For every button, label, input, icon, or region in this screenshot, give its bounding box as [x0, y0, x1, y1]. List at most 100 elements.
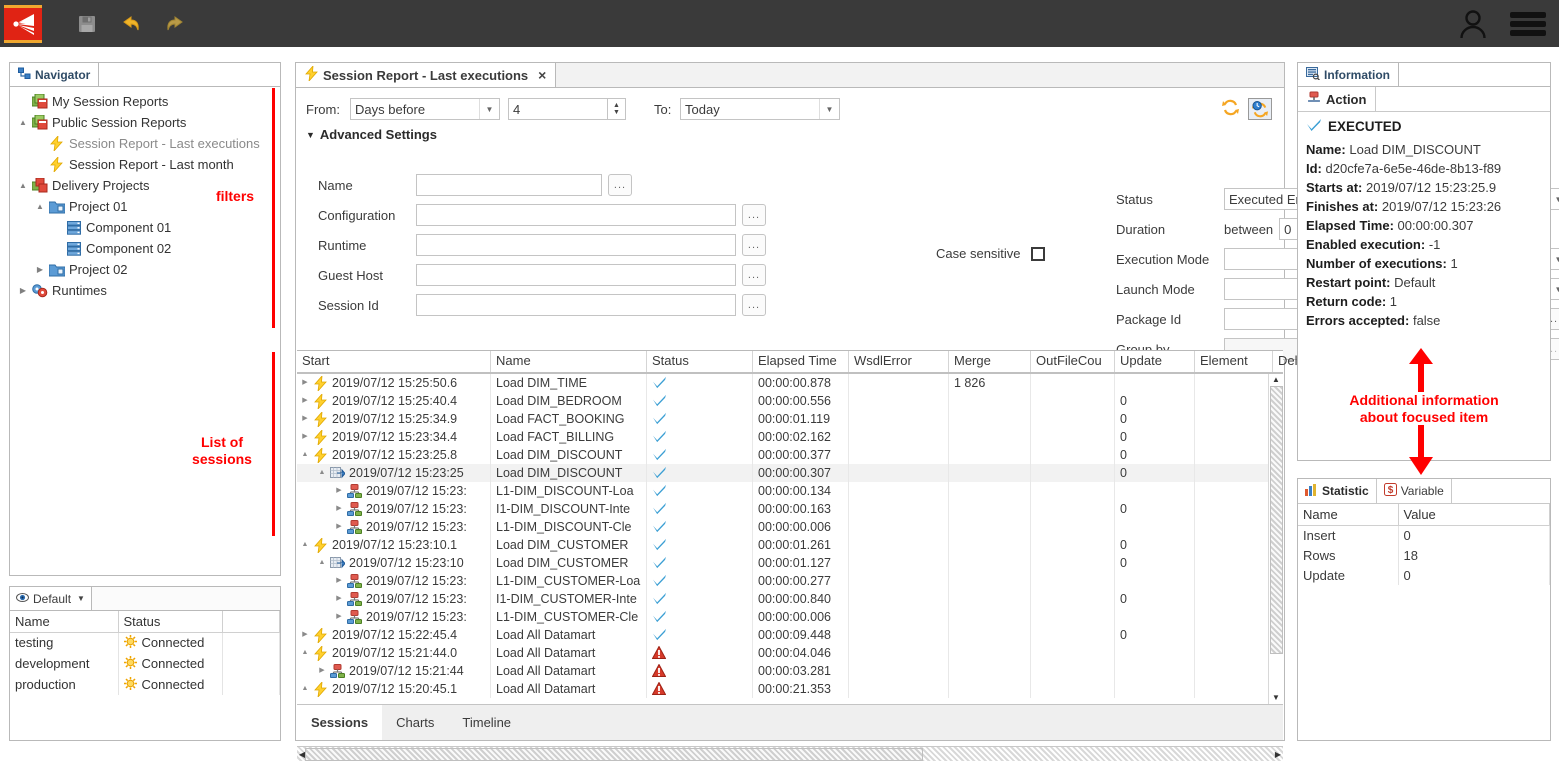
grid-column-header[interactable]: Element [1195, 351, 1273, 372]
connection-row[interactable]: testingConnected [10, 632, 280, 653]
row-twisty-icon[interactable]: ▲ [299, 446, 311, 464]
table-row[interactable]: ▲2019/07/12 15:21:44.0Load All Datamart0… [297, 644, 1283, 662]
navigator-item[interactable]: Component 02 [10, 238, 280, 259]
table-row[interactable]: ▶2019/07/12 15:25:34.9Load FACT_BOOKING0… [297, 410, 1283, 428]
row-twisty-icon[interactable]: ▶ [299, 626, 311, 644]
runtime-browse-button[interactable]: ... [742, 234, 766, 256]
table-row[interactable]: ▶2019/07/12 15:25:40.4Load DIM_BEDROOM00… [297, 392, 1283, 410]
grid-column-header[interactable]: Elapsed Time [753, 351, 849, 372]
close-icon[interactable]: × [538, 67, 546, 83]
configuration-input[interactable] [416, 204, 736, 226]
navigator-tree[interactable]: My Session Reports▲Public Session Report… [10, 87, 280, 575]
tree-twisty-icon[interactable]: ▲ [16, 118, 30, 127]
table-row[interactable]: ▲2019/07/12 15:23:10.1Load DIM_CUSTOMER0… [297, 536, 1283, 554]
table-row[interactable]: ▲2019/07/12 15:23:10Load DIM_CUSTOMER00:… [297, 554, 1283, 572]
tab-default-connection[interactable]: Default ▼ [10, 587, 92, 610]
statistic-row[interactable]: Insert0 [1298, 525, 1550, 545]
scroll-right-icon[interactable]: ▶ [1273, 750, 1283, 759]
navigator-item[interactable]: Component 01 [10, 217, 280, 238]
statistic-col-value[interactable]: Value [1398, 504, 1550, 525]
guest-host-browse-button[interactable]: ... [742, 264, 766, 286]
tab-navigator[interactable]: Navigator [10, 63, 99, 86]
chevron-down-icon[interactable]: ▼ [479, 99, 499, 119]
table-row[interactable]: ▶2019/07/12 15:23:I1-DIM_CUSTOMER-Inte00… [297, 590, 1283, 608]
statistic-col-name[interactable]: Name [1298, 504, 1398, 525]
name-browse-button[interactable]: ... [608, 174, 632, 196]
navigator-item[interactable]: ▶Runtimes [10, 280, 280, 301]
row-twisty-icon[interactable]: ▶ [299, 410, 311, 428]
navigator-item[interactable]: ▲Public Session Reports [10, 112, 280, 133]
table-row[interactable]: ▲2019/07/12 15:23:25Load DIM_DISCOUNT00:… [297, 464, 1283, 482]
scroll-left-icon[interactable]: ◀ [297, 750, 307, 759]
table-row[interactable]: ▶2019/07/12 15:23:L1-DIM_CUSTOMER-Loa00:… [297, 572, 1283, 590]
redo-icon[interactable] [160, 9, 190, 39]
row-twisty-icon[interactable]: ▶ [333, 590, 345, 608]
tab-sessions[interactable]: Sessions [297, 705, 382, 740]
table-row[interactable]: ▶2019/07/12 15:23:L1-DIM_DISCOUNT-Cle00:… [297, 518, 1283, 536]
tab-information[interactable]: Information [1298, 63, 1399, 86]
grid-column-header[interactable]: OutFileCou [1031, 351, 1115, 372]
horizontal-scroll-thumb[interactable] [305, 748, 923, 761]
table-row[interactable]: ▶2019/07/12 15:23:L1-DIM_DISCOUNT-Loa00:… [297, 482, 1283, 500]
name-input[interactable] [416, 174, 602, 196]
connections-col-name[interactable]: Name [10, 611, 118, 632]
vertical-scroll-thumb[interactable] [1270, 386, 1283, 654]
row-twisty-icon[interactable]: ▶ [333, 482, 345, 500]
table-row[interactable]: ▶2019/07/12 15:21:44Load All Datamart00:… [297, 662, 1283, 680]
tab-session-report[interactable]: Session Report - Last executions × [296, 63, 556, 87]
table-row[interactable]: ▶2019/07/12 15:22:45.4Load All Datamart0… [297, 626, 1283, 644]
undo-icon[interactable] [116, 9, 146, 39]
row-twisty-icon[interactable]: ▶ [333, 500, 345, 518]
row-twisty-icon[interactable]: ▶ [299, 428, 311, 446]
runtime-input[interactable] [416, 234, 736, 256]
grid-column-header[interactable]: WsdlError [849, 351, 949, 372]
tab-action[interactable]: Action [1298, 87, 1376, 111]
table-row[interactable]: ▶2019/07/12 15:25:50.6Load DIM_TIME00:00… [297, 374, 1283, 392]
scroll-down-icon[interactable]: ▼ [1272, 692, 1280, 704]
statistic-row[interactable]: Rows18 [1298, 545, 1550, 565]
session-id-input[interactable] [416, 294, 736, 316]
row-twisty-icon[interactable]: ▶ [333, 608, 345, 626]
grid-column-header[interactable]: Name [491, 351, 647, 372]
row-twisty-icon[interactable]: ▲ [299, 644, 311, 662]
table-row[interactable]: ▲2019/07/12 15:20:45.1Load All Datamart0… [297, 680, 1283, 698]
navigator-item[interactable]: ▶Project 02 [10, 259, 280, 280]
grid-column-header[interactable]: Update [1115, 351, 1195, 372]
refresh-icon[interactable] [1221, 98, 1240, 120]
tree-twisty-icon[interactable]: ▶ [33, 265, 47, 274]
connection-row[interactable]: developmentConnected [10, 653, 280, 674]
scroll-up-icon[interactable]: ▲ [1272, 374, 1280, 386]
grid-column-header[interactable]: Start [297, 351, 491, 372]
navigator-item[interactable]: Session Report - Last executions [10, 133, 280, 154]
user-account-icon[interactable] [1449, 0, 1497, 47]
tree-twisty-icon[interactable]: ▶ [16, 286, 30, 295]
grid-column-header[interactable]: Merge [949, 351, 1031, 372]
tab-charts[interactable]: Charts [382, 705, 448, 740]
row-twisty-icon[interactable]: ▶ [299, 392, 311, 410]
chevron-down-icon[interactable]: ▼ [77, 594, 85, 603]
grid-vertical-scrollbar[interactable]: ▲ ▼ [1268, 374, 1283, 704]
guest-host-input[interactable] [416, 264, 736, 286]
table-row[interactable]: ▶2019/07/12 15:23:L1-DIM_CUSTOMER-Cle00:… [297, 608, 1283, 626]
days-before-input[interactable] [508, 98, 608, 120]
sessions-grid-body[interactable]: ▶2019/07/12 15:25:50.6Load DIM_TIME00:00… [297, 374, 1283, 704]
grid-horizontal-scrollbar[interactable]: ◀ ▶ [297, 746, 1283, 761]
table-row[interactable]: ▶2019/07/12 15:23:34.4Load FACT_BILLING0… [297, 428, 1283, 446]
row-twisty-icon[interactable]: ▶ [333, 518, 345, 536]
stambia-logo[interactable] [4, 5, 42, 43]
statistic-row[interactable]: Update0 [1298, 565, 1550, 585]
tree-twisty-icon[interactable]: ▲ [16, 181, 30, 190]
table-row[interactable]: ▶2019/07/12 15:23:I1-DIM_DISCOUNT-Inte00… [297, 500, 1283, 518]
save-icon[interactable] [72, 9, 102, 39]
navigator-item[interactable]: My Session Reports [10, 91, 280, 112]
days-before-stepper[interactable]: ▲▼ [608, 98, 626, 120]
from-type-select[interactable]: Days before ▼ [350, 98, 500, 120]
case-sensitive-checkbox[interactable] [1031, 247, 1045, 261]
tab-statistic[interactable]: Statistic [1298, 479, 1377, 503]
tab-timeline[interactable]: Timeline [448, 705, 525, 740]
connection-row[interactable]: productionConnected [10, 674, 280, 695]
configuration-browse-button[interactable]: ... [742, 204, 766, 226]
chevron-down-icon[interactable]: ▼ [819, 99, 839, 119]
row-twisty-icon[interactable]: ▲ [299, 536, 311, 554]
table-row[interactable]: ▲2019/07/12 15:23:25.8Load DIM_DISCOUNT0… [297, 446, 1283, 464]
